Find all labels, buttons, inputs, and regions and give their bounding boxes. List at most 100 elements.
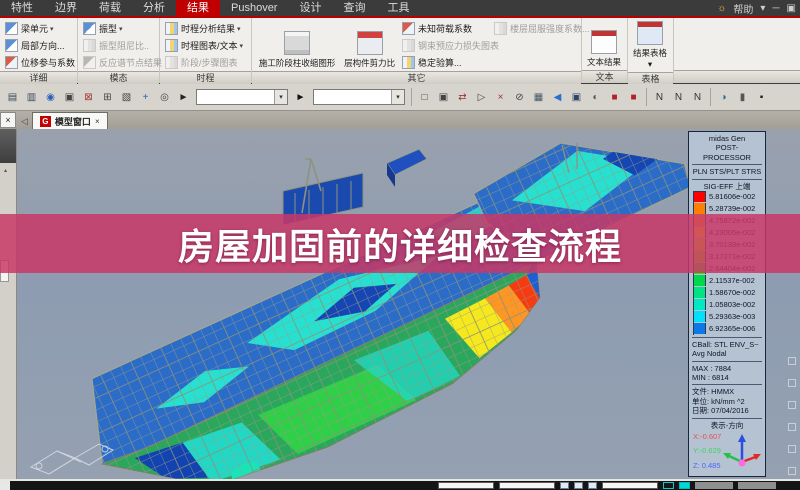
story-yield-factor-button[interactable]: 楼层屈服强度系数...	[492, 20, 578, 37]
no-display-icon[interactable]: ⊘	[511, 89, 528, 106]
menu-item-analysis[interactable]: 分析	[132, 0, 176, 16]
status-field[interactable]	[602, 482, 658, 489]
combo-dropdown-icon[interactable]: ▾	[391, 90, 404, 104]
ribbon-filler	[674, 18, 800, 83]
text-results-icon	[591, 30, 617, 54]
close-side-panel-button[interactable]: ×	[0, 112, 16, 128]
menu-item-results-active[interactable]: 结果	[176, 0, 220, 16]
element-number-icon[interactable]: N	[670, 89, 687, 106]
rotate-view-icon[interactable]: ◎	[156, 89, 173, 106]
snap-node-icon[interactable]: +	[137, 89, 154, 106]
menu-item-pushover[interactable]: Pushover	[220, 0, 288, 16]
beam-element-button[interactable]: 梁单元▾	[3, 20, 77, 37]
status-mini-button[interactable]	[574, 482, 583, 489]
scroll-marker[interactable]	[788, 467, 796, 475]
active-function-combobox[interactable]: ▾	[313, 89, 405, 105]
display-monitor-icon[interactable]: ■	[606, 89, 623, 106]
combo-dropdown-icon[interactable]: ▾	[274, 90, 287, 104]
minimize-button[interactable]: ─	[772, 3, 779, 14]
menu-item-load[interactable]: 荷载	[88, 0, 132, 16]
status-mini-button[interactable]	[588, 482, 597, 489]
menu-item-tools[interactable]: 工具	[376, 0, 420, 16]
new-model-window-icon[interactable]: □	[416, 89, 433, 106]
legend-app-subtitle: POST-PROCESSOR	[692, 143, 762, 162]
scroll-marker[interactable]	[788, 445, 796, 453]
import-result-icon[interactable]: ⊠	[80, 89, 97, 106]
copy-view-icon[interactable]: ▥	[23, 89, 40, 106]
frame-window-icon[interactable]: ▣	[61, 89, 78, 106]
scroll-marker[interactable]	[788, 401, 796, 409]
modal-damping-button[interactable]: 振型阻尼比..	[81, 37, 164, 54]
mode-shape-button[interactable]: 振型▾	[81, 20, 164, 37]
response-spectrum-node-button[interactable]: 反应谱节点结果	[81, 54, 164, 71]
select-window-icon[interactable]: ▧	[118, 89, 135, 106]
th-graph-text-button[interactable]: 时程图表/文本▾	[163, 37, 245, 54]
unit-toggle-button-active[interactable]	[679, 482, 690, 489]
display-option-icon[interactable]: ■	[625, 89, 642, 106]
node-snap-toggle-icon[interactable]: N	[689, 89, 706, 106]
model-pages-icon[interactable]: ▤	[4, 89, 21, 106]
group-caption-mode: 模态	[78, 71, 159, 84]
switch-windows-icon[interactable]: ⇄	[454, 89, 471, 106]
bounding-box-icon[interactable]: ▦	[530, 89, 547, 106]
model-viewport[interactable]	[17, 129, 800, 479]
legend-value: 4.75872e-002	[709, 216, 755, 225]
select-add-icon[interactable]: ⊞	[99, 89, 116, 106]
column-shortening-button[interactable]: 施工阶段柱收缩图形	[255, 20, 339, 71]
menu-item-properties[interactable]: 特性	[0, 0, 44, 16]
tab-model-window[interactable]: G 模型窗口 ×	[32, 112, 108, 129]
panel-expand-arrow-icon[interactable]: ▴	[4, 167, 7, 174]
scroll-marker[interactable]	[788, 379, 796, 387]
status-field[interactable]	[438, 482, 494, 489]
dynamic-view-icon[interactable]: ◉	[42, 89, 59, 106]
menu-item-boundary[interactable]: 边界	[44, 0, 88, 16]
toolbar-separator	[710, 88, 711, 106]
text-results-button[interactable]: 文本结果	[585, 20, 623, 70]
help-button[interactable]: 帮助	[733, 1, 753, 16]
stability-check-button[interactable]: 稳定验算...	[400, 54, 492, 71]
play-animation-icon[interactable]: ▷	[473, 89, 490, 106]
tab-scroll-left-button[interactable]: ◁	[21, 116, 28, 127]
lock-model-icon[interactable]: ▮	[734, 89, 751, 106]
hidden-surface-icon[interactable]: ▣	[568, 89, 585, 106]
close-window-icon[interactable]: ×	[492, 89, 509, 106]
restore-window-button[interactable]: ▣	[787, 3, 796, 14]
chevron-down-icon[interactable]: ▾	[760, 3, 765, 14]
legend-entry: 5.81606e-002	[694, 191, 762, 203]
status-mini-button[interactable]	[560, 482, 569, 489]
panel-grip[interactable]	[0, 260, 9, 282]
local-direction-button[interactable]: 局部方向...	[3, 37, 77, 54]
ribbon: 梁单元▾ 局部方向... 位移参与系数 详细 振型▾ 振型阻尼比.. 反应谱节点…	[0, 18, 800, 84]
named-view-combobox[interactable]: ▾	[196, 89, 288, 105]
new-graph-window-icon[interactable]: ▣	[435, 89, 452, 106]
shrink-view-icon[interactable]: ◐	[587, 89, 604, 106]
scroll-marker[interactable]	[788, 357, 796, 365]
legend-entry: 2.11537e-002	[694, 275, 762, 287]
dark-box-icon[interactable]: ▪	[753, 89, 770, 106]
legend-color-chip	[694, 263, 706, 274]
unknown-load-factor-button[interactable]: 未知荷载系数	[400, 20, 492, 37]
displacement-factor-button[interactable]: 位移参与系数	[3, 54, 77, 71]
menu-item-query[interactable]: 查询	[332, 0, 376, 16]
tendon-loss-graph-button[interactable]: 钢束预应力损失图表	[400, 37, 492, 54]
legend-color-chip	[694, 227, 706, 238]
tab-close-icon[interactable]: ×	[95, 117, 100, 126]
node-number-icon[interactable]: N	[651, 89, 668, 106]
scroll-marker[interactable]	[788, 423, 796, 431]
legend-avg-type: Avg Nodal	[692, 349, 762, 358]
status-field[interactable]	[499, 482, 555, 489]
legend-color-chip	[694, 275, 706, 286]
select-pointer-icon[interactable]: ►	[175, 89, 192, 106]
result-tables-button[interactable]: 结果表格 ▾	[631, 20, 669, 72]
stage-step-graph-button[interactable]: 阶段/步骤图表	[163, 54, 245, 71]
refresh-lock-icon[interactable]: ◑	[715, 89, 732, 106]
render-view-icon[interactable]: ◀	[549, 89, 566, 106]
th-result-button[interactable]: 时程分析结果▾	[163, 20, 245, 37]
legend-value: 5.81606e-002	[709, 192, 755, 201]
legend-color-chip	[694, 311, 706, 322]
select-identity-pointer-icon[interactable]: ►	[292, 89, 309, 106]
collapsed-tree-panel[interactable]: ▴	[0, 129, 17, 479]
menu-item-design[interactable]: 设计	[288, 0, 332, 16]
unit-toggle-button[interactable]	[663, 482, 674, 489]
story-shear-ratio-button[interactable]: 层构件剪力比	[339, 20, 400, 71]
